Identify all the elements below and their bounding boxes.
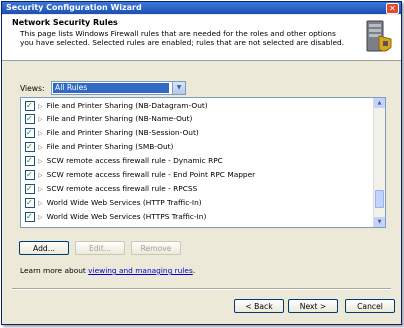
expand-arrow-icon[interactable]: ▷ xyxy=(38,155,43,168)
rule-label: File and Printer Sharing (NB-Session-Out… xyxy=(46,128,199,137)
expand-arrow-icon[interactable]: ▷ xyxy=(38,211,43,224)
expand-arrow-icon[interactable]: ▷ xyxy=(38,141,43,154)
views-selected-value: All Rules xyxy=(53,83,169,93)
expand-arrow-icon[interactable]: ▷ xyxy=(38,127,43,140)
expand-arrow-icon[interactable]: ▷ xyxy=(38,169,43,182)
list-item[interactable]: ▷SCW remote access firewall rule - RPCSS xyxy=(25,182,197,195)
page-header: Network Security Rules This page lists W… xyxy=(2,15,401,61)
rule-label: SCW remote access firewall rule - Dynami… xyxy=(46,156,223,165)
chevron-down-icon[interactable]: ▼ xyxy=(172,82,185,94)
rule-checkbox[interactable] xyxy=(25,154,35,167)
expand-arrow-icon[interactable]: ▷ xyxy=(38,183,43,196)
rule-label: World Wide Web Services (HTTP Traffic-In… xyxy=(46,198,202,207)
footer-divider xyxy=(12,288,391,290)
close-button[interactable]: ✕ xyxy=(386,3,399,14)
rule-checkbox[interactable] xyxy=(25,112,35,125)
rule-checkbox[interactable] xyxy=(25,126,35,139)
list-item[interactable]: ▷File and Printer Sharing (NB-Name-Out) xyxy=(25,112,192,125)
rule-label: File and Printer Sharing (NB-Datagram-Ou… xyxy=(46,101,208,110)
learn-more-link[interactable]: viewing and managing rules xyxy=(88,266,193,275)
rule-checkbox[interactable] xyxy=(25,99,35,112)
list-item[interactable]: ▷World Wide Web Services (HTTP Traffic-I… xyxy=(25,196,202,209)
wizard-window: Security Configuration Wizard ✕ Network … xyxy=(1,1,402,325)
edit-rule-button[interactable]: Edit... xyxy=(75,241,125,255)
list-item[interactable]: ▷World Wide Web Services (HTTPS Traffic-… xyxy=(25,210,206,223)
list-item[interactable]: ▷SCW remote access firewall rule - Dynam… xyxy=(25,154,223,167)
rule-checkbox[interactable] xyxy=(25,168,35,181)
cancel-button[interactable]: Cancel xyxy=(345,299,395,313)
add-rule-button[interactable]: Add... xyxy=(19,241,69,255)
page-description: This page lists Windows Firewall rules t… xyxy=(20,29,345,47)
expand-arrow-icon[interactable]: ▷ xyxy=(38,100,43,113)
rules-list[interactable]: ▷File and Printer Sharing (NB-Datagram-O… xyxy=(20,97,386,228)
scroll-thumb[interactable] xyxy=(375,190,384,208)
expand-arrow-icon[interactable]: ▷ xyxy=(38,197,43,210)
expand-arrow-icon[interactable]: ▷ xyxy=(38,113,43,126)
list-item[interactable]: ▷File and Printer Sharing (SMB-Out) xyxy=(25,140,173,153)
title-bar: Security Configuration Wizard ✕ xyxy=(2,2,401,14)
vertical-scrollbar[interactable]: ▲ ▼ xyxy=(373,98,385,227)
list-item[interactable]: ▷File and Printer Sharing (NB-Session-Ou… xyxy=(25,126,199,139)
rule-checkbox[interactable] xyxy=(25,182,35,195)
rule-label: File and Printer Sharing (NB-Name-Out) xyxy=(46,114,193,123)
back-button[interactable]: < Back xyxy=(234,299,284,313)
scroll-up-icon[interactable]: ▲ xyxy=(374,98,385,108)
rule-label: SCW remote access firewall rule - RPCSS xyxy=(46,184,198,193)
learn-more-suffix: . xyxy=(192,266,196,275)
rule-checkbox[interactable] xyxy=(25,140,35,153)
security-server-icon xyxy=(366,20,392,52)
rule-label: File and Printer Sharing (SMB-Out) xyxy=(46,142,174,151)
rule-checkbox[interactable] xyxy=(25,210,35,223)
scroll-down-icon[interactable]: ▼ xyxy=(374,217,385,227)
page-title: Network Security Rules xyxy=(12,18,118,27)
list-item[interactable]: ▷SCW remote access firewall rule - End P… xyxy=(25,168,255,181)
rule-label: World Wide Web Services (HTTPS Traffic-I… xyxy=(46,212,207,221)
list-item[interactable]: ▷File and Printer Sharing (NB-Datagram-O… xyxy=(25,99,208,112)
rule-label: SCW remote access firewall rule - End Po… xyxy=(46,170,256,179)
rule-checkbox[interactable] xyxy=(25,196,35,209)
learn-more-prefix: Learn more about xyxy=(20,266,89,275)
next-button[interactable]: Next > xyxy=(288,299,338,313)
window-title: Security Configuration Wizard xyxy=(6,3,142,12)
views-dropdown[interactable]: All Rules ▼ xyxy=(51,81,186,95)
learn-more-text: Learn more about viewing and managing ru… xyxy=(20,266,195,275)
views-label: Views: xyxy=(20,84,45,93)
remove-rule-button[interactable]: Remove xyxy=(131,241,181,255)
